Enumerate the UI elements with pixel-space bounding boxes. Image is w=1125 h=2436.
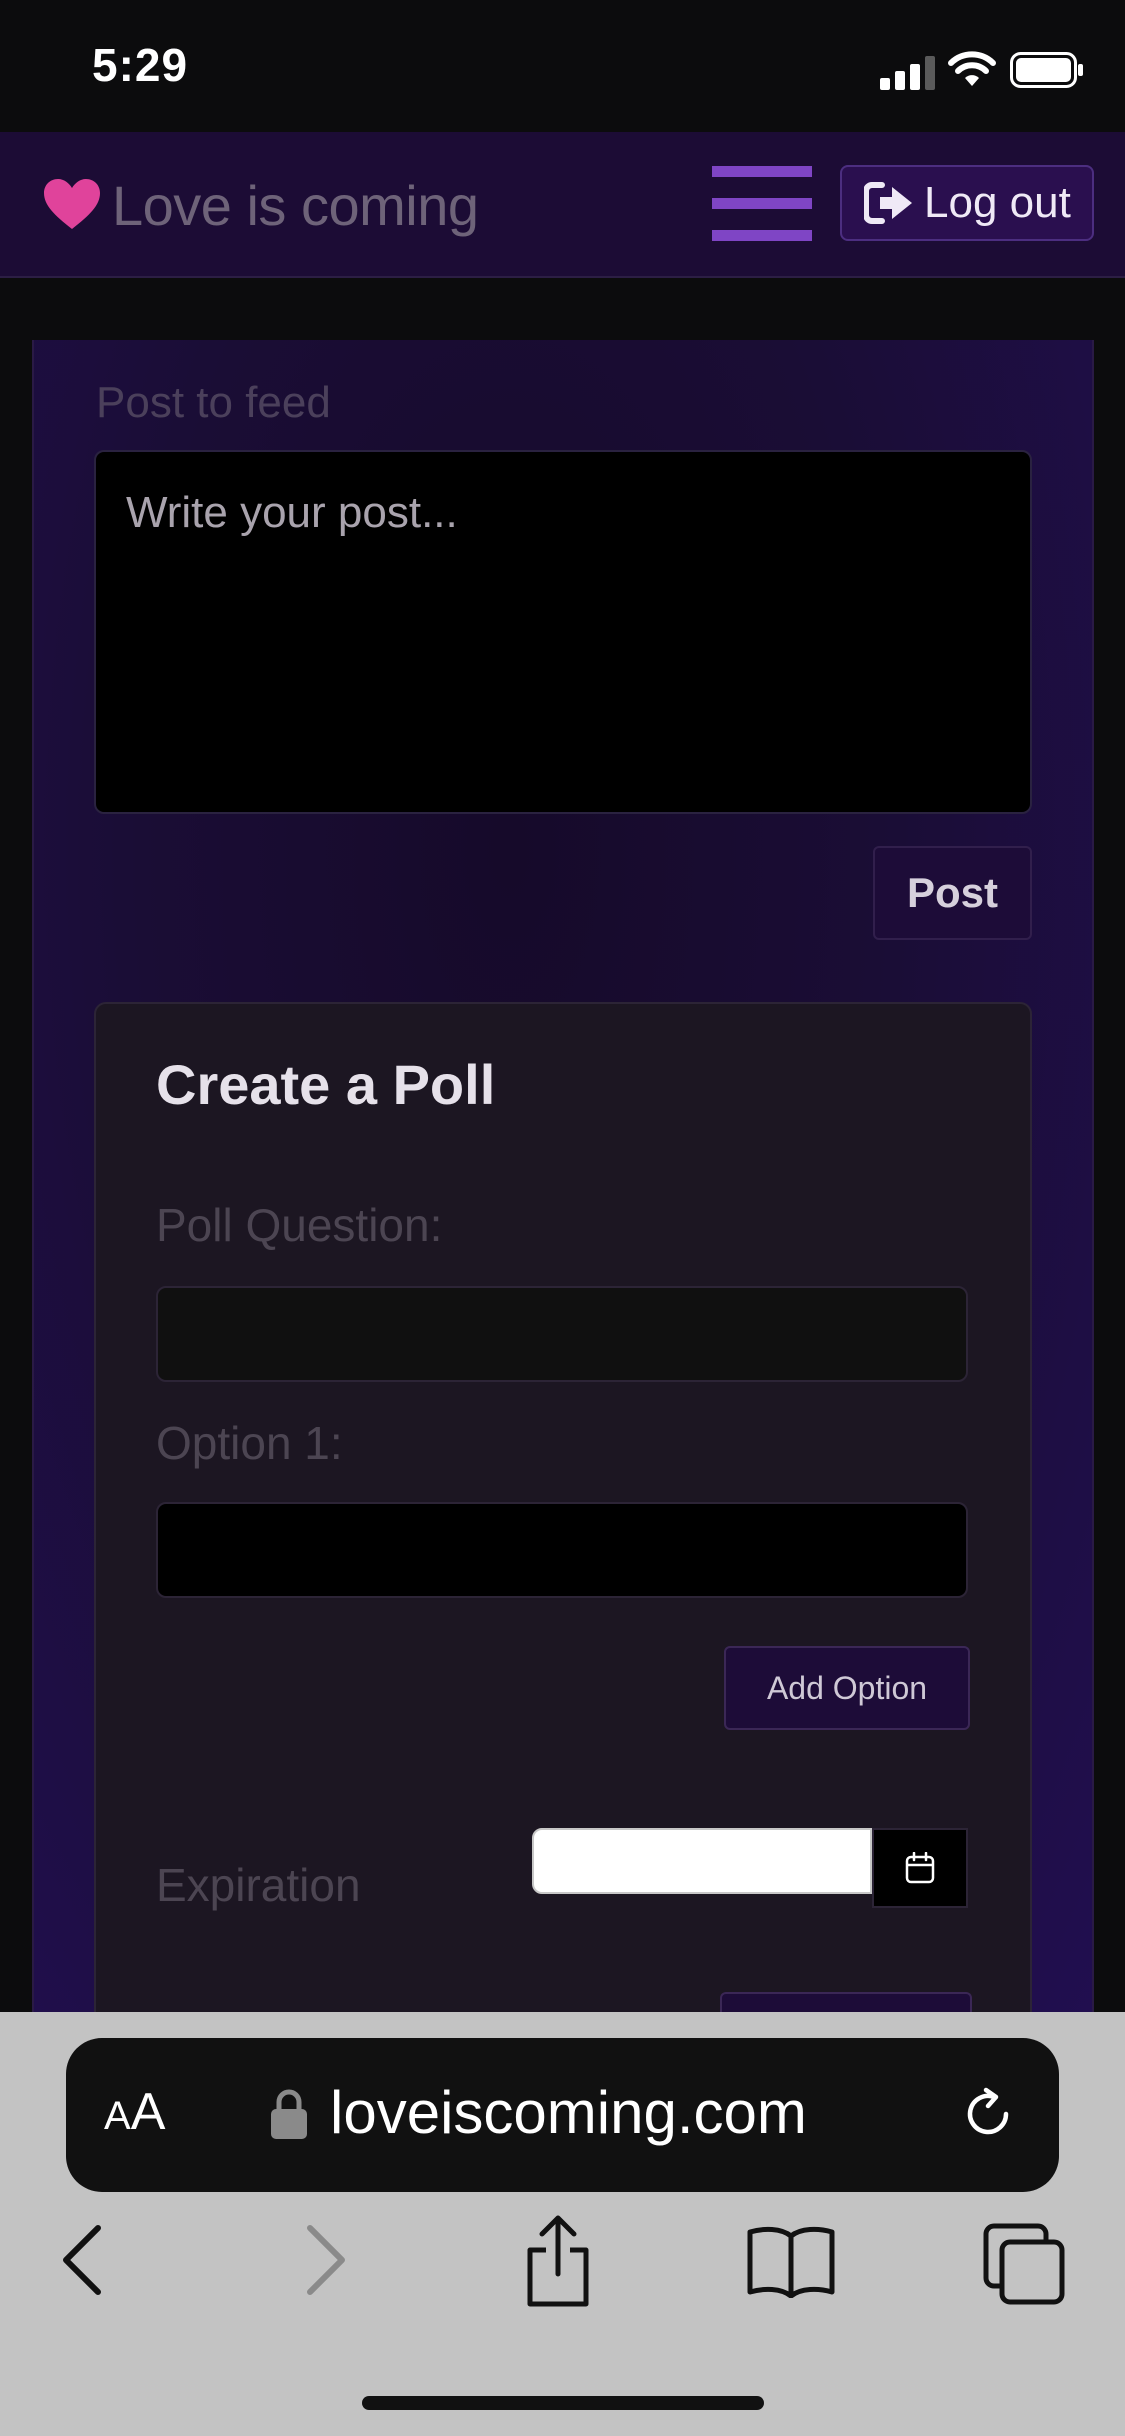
post-to-feed-label: Post to feed xyxy=(96,378,331,427)
sign-out-icon xyxy=(864,182,912,224)
forward-chevron-icon[interactable] xyxy=(300,2222,350,2298)
signal-icon xyxy=(880,56,935,90)
url-text[interactable]: loveiscoming.com xyxy=(330,2078,807,2147)
text-size-button[interactable]: AA xyxy=(104,2082,165,2142)
tabs-icon[interactable] xyxy=(982,2222,1068,2308)
poll-question-input[interactable] xyxy=(156,1286,968,1382)
menu-bar xyxy=(712,230,812,241)
bookmarks-book-icon[interactable] xyxy=(746,2224,836,2298)
option-1-input[interactable] xyxy=(156,1502,968,1598)
brand-link[interactable]: Love is coming xyxy=(44,170,479,240)
poll-question-label: Poll Question: xyxy=(156,1199,443,1251)
hamburger-menu-button[interactable] xyxy=(712,164,812,244)
add-option-button[interactable]: Add Option xyxy=(724,1646,970,1730)
lock-icon xyxy=(271,2089,307,2139)
menu-bar xyxy=(712,198,812,209)
calendar-button[interactable] xyxy=(872,1828,968,1908)
post-button[interactable]: Post xyxy=(873,846,1032,940)
share-icon[interactable] xyxy=(520,2214,596,2308)
logout-label: Log out xyxy=(924,178,1071,227)
poll-title: Create a Poll xyxy=(156,1053,496,1116)
option-1-label: Option 1: xyxy=(156,1417,343,1469)
wifi-icon xyxy=(948,51,996,86)
expiration-label: Expiration xyxy=(156,1859,361,1911)
menu-bar xyxy=(712,166,812,177)
reload-icon[interactable] xyxy=(958,2084,1018,2144)
logout-button[interactable]: Log out xyxy=(840,165,1094,241)
calendar-icon xyxy=(905,1852,935,1884)
text-size-small: A xyxy=(104,2094,131,2138)
expiration-date-input[interactable] xyxy=(532,1828,872,1894)
post-textarea[interactable] xyxy=(94,450,1032,814)
status-time: 5:29 xyxy=(92,39,189,91)
text-size-large: A xyxy=(130,2083,166,2141)
heart-icon xyxy=(44,179,100,229)
back-chevron-icon[interactable] xyxy=(58,2222,108,2298)
brand-name: Love is coming xyxy=(112,173,479,237)
create-poll-button[interactable] xyxy=(720,1992,972,2014)
home-indicator xyxy=(362,2396,764,2410)
battery-icon xyxy=(1010,52,1083,88)
